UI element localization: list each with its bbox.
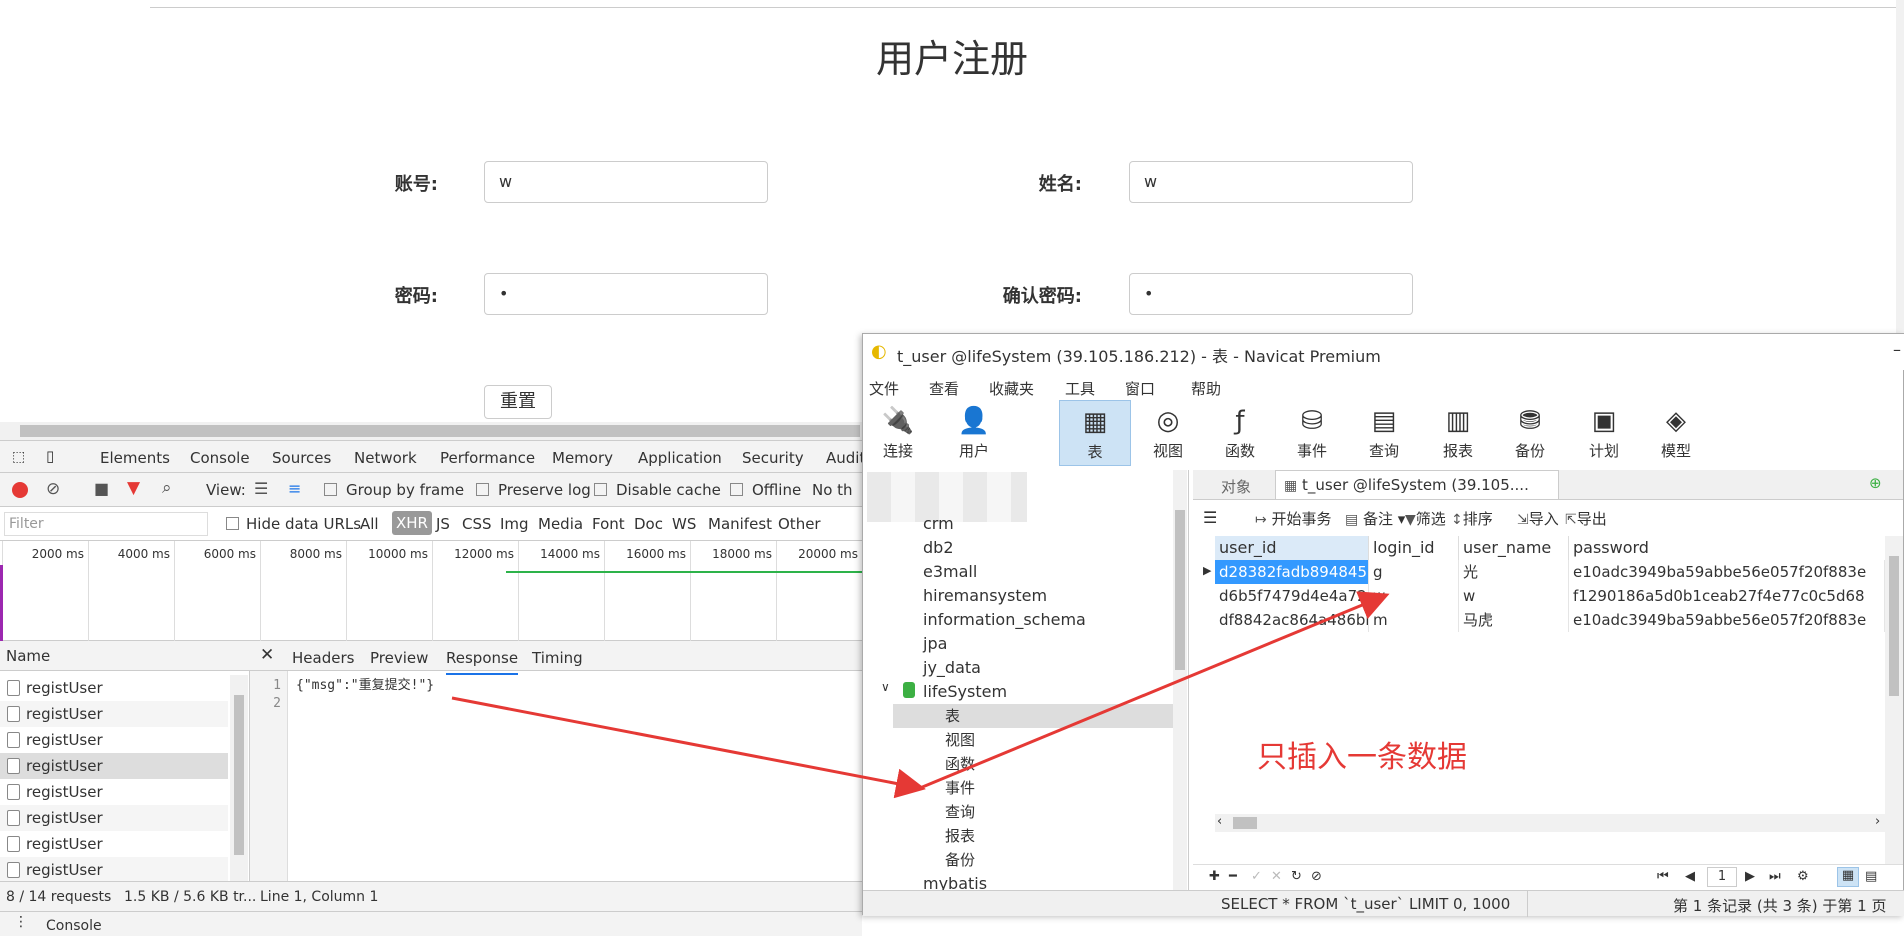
annotation-arrows [451,591,1390,799]
arrow-to-grid [919,591,1390,790]
arrow-to-events [451,696,926,799]
